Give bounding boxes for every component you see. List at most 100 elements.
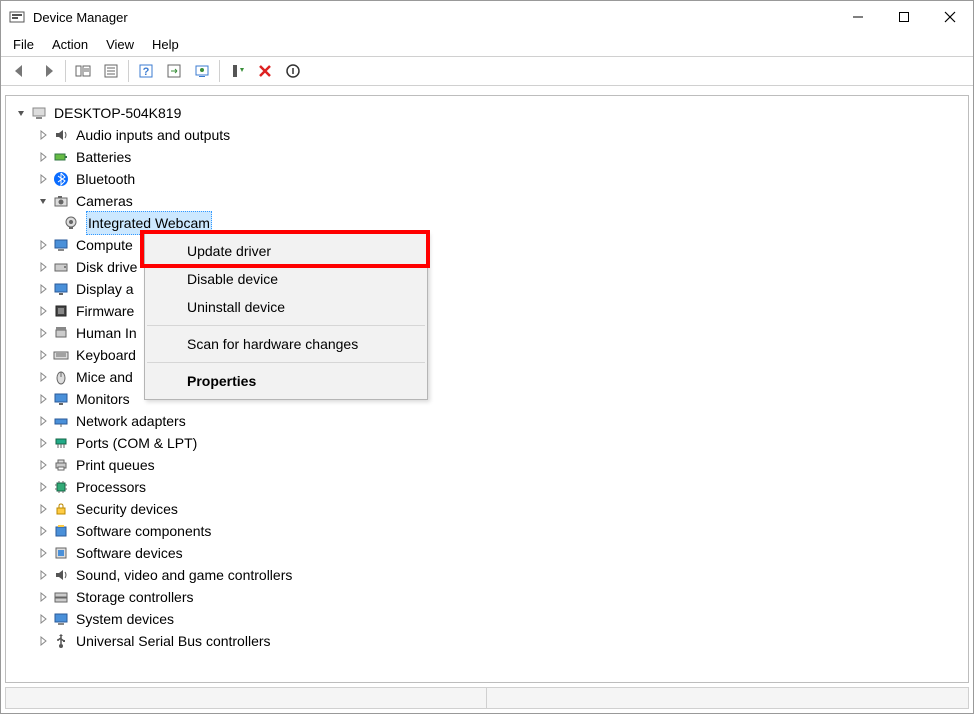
tree-item-label[interactable]: Keyboard: [76, 344, 136, 366]
tree-item-label[interactable]: Monitors: [76, 388, 130, 410]
display-icon: [52, 280, 70, 298]
network-icon: [52, 412, 70, 430]
ctx-update-driver[interactable]: Update driver: [145, 237, 427, 265]
tree-root-label[interactable]: DESKTOP-504K819: [54, 102, 181, 124]
show-hidden-button[interactable]: [70, 59, 96, 83]
webcam-icon: [62, 214, 80, 232]
expand-icon[interactable]: [36, 370, 50, 384]
expand-icon[interactable]: [36, 590, 50, 604]
expand-icon[interactable]: [36, 524, 50, 538]
tree-item-label[interactable]: Sound, video and game controllers: [76, 564, 292, 586]
audio-icon: [52, 126, 70, 144]
tree-item-label[interactable]: Processors: [76, 476, 146, 498]
expand-icon[interactable]: [36, 304, 50, 318]
forward-button[interactable]: [35, 59, 61, 83]
storage-icon: [52, 588, 70, 606]
computer-icon: [52, 236, 70, 254]
expand-icon[interactable]: [36, 436, 50, 450]
tree-item-label[interactable]: Compute: [76, 234, 133, 256]
expand-icon[interactable]: [36, 414, 50, 428]
tree-item-label[interactable]: Network adapters: [76, 410, 186, 432]
tree-item-label[interactable]: Firmware: [76, 300, 134, 322]
expand-icon[interactable]: [36, 282, 50, 296]
tree-item-label[interactable]: Software components: [76, 520, 211, 542]
expand-icon[interactable]: [36, 348, 50, 362]
toolbar: ?: [1, 56, 973, 86]
ctx-properties[interactable]: Properties: [145, 367, 427, 395]
ctx-uninstall-device[interactable]: Uninstall device: [145, 293, 427, 321]
expand-icon[interactable]: [36, 392, 50, 406]
camera-icon: [52, 192, 70, 210]
tree-item-label[interactable]: Software devices: [76, 542, 183, 564]
expand-icon[interactable]: [36, 612, 50, 626]
security-icon: [52, 500, 70, 518]
disable-button[interactable]: [280, 59, 306, 83]
tree-item-label[interactable]: Bluetooth: [76, 168, 135, 190]
minimize-button[interactable]: [835, 1, 881, 33]
expand-icon[interactable]: [36, 172, 50, 186]
software-device-icon: [52, 544, 70, 562]
properties-button[interactable]: [98, 59, 124, 83]
sound-icon: [52, 566, 70, 584]
close-button[interactable]: [927, 1, 973, 33]
bluetooth-icon: [52, 170, 70, 188]
expand-icon[interactable]: [36, 568, 50, 582]
usb-icon: [52, 632, 70, 650]
tree-item-label[interactable]: Print queues: [76, 454, 155, 476]
expand-icon[interactable]: [36, 128, 50, 142]
ctx-disable-device[interactable]: Disable device: [145, 265, 427, 293]
hid-icon: [52, 324, 70, 342]
expand-icon[interactable]: [36, 480, 50, 494]
expand-icon[interactable]: [36, 260, 50, 274]
back-button[interactable]: [7, 59, 33, 83]
tree-item-label[interactable]: Audio inputs and outputs: [76, 124, 230, 146]
expand-icon[interactable]: [36, 502, 50, 516]
uninstall-button[interactable]: [252, 59, 278, 83]
software-component-icon: [52, 522, 70, 540]
titlebar: Device Manager: [1, 1, 973, 33]
tree-item-label[interactable]: System devices: [76, 608, 174, 630]
help-button[interactable]: ?: [133, 59, 159, 83]
action-button[interactable]: [161, 59, 187, 83]
monitor-icon: [52, 390, 70, 408]
tree-item-label[interactable]: Cameras: [76, 190, 133, 212]
maximize-button[interactable]: [881, 1, 927, 33]
menu-file[interactable]: File: [13, 37, 34, 52]
context-menu: Update driver Disable device Uninstall d…: [144, 232, 428, 400]
menu-action[interactable]: Action: [52, 37, 88, 52]
expand-icon[interactable]: [36, 238, 50, 252]
battery-icon: [52, 148, 70, 166]
expand-icon[interactable]: [36, 458, 50, 472]
menu-view[interactable]: View: [106, 37, 134, 52]
tree-item-label[interactable]: Mice and: [76, 366, 133, 388]
expand-icon[interactable]: [36, 326, 50, 340]
mouse-icon: [52, 368, 70, 386]
tree-item-label[interactable]: Disk drive: [76, 256, 137, 278]
svg-text:?: ?: [143, 66, 150, 78]
computer-icon: [30, 104, 48, 122]
scan-button[interactable]: [189, 59, 215, 83]
tree-item-label[interactable]: Human In: [76, 322, 137, 344]
disk-icon: [52, 258, 70, 276]
add-hardware-button[interactable]: [224, 59, 250, 83]
tree-item-label[interactable]: Batteries: [76, 146, 131, 168]
system-icon: [52, 610, 70, 628]
expand-icon[interactable]: [36, 150, 50, 164]
menu-help[interactable]: Help: [152, 37, 179, 52]
window-title: Device Manager: [33, 10, 128, 25]
tree-item-label[interactable]: Universal Serial Bus controllers: [76, 630, 271, 652]
collapse-icon[interactable]: [36, 194, 50, 208]
processor-icon: [52, 478, 70, 496]
printer-icon: [52, 456, 70, 474]
port-icon: [52, 434, 70, 452]
firmware-icon: [52, 302, 70, 320]
tree-item-label[interactable]: Ports (COM & LPT): [76, 432, 197, 454]
keyboard-icon: [52, 346, 70, 364]
tree-item-label[interactable]: Display a: [76, 278, 134, 300]
expand-icon[interactable]: [36, 634, 50, 648]
tree-item-label[interactable]: Storage controllers: [76, 586, 194, 608]
tree-item-label[interactable]: Security devices: [76, 498, 178, 520]
collapse-icon[interactable]: [14, 106, 28, 120]
ctx-scan-hardware[interactable]: Scan for hardware changes: [145, 330, 427, 358]
expand-icon[interactable]: [36, 546, 50, 560]
